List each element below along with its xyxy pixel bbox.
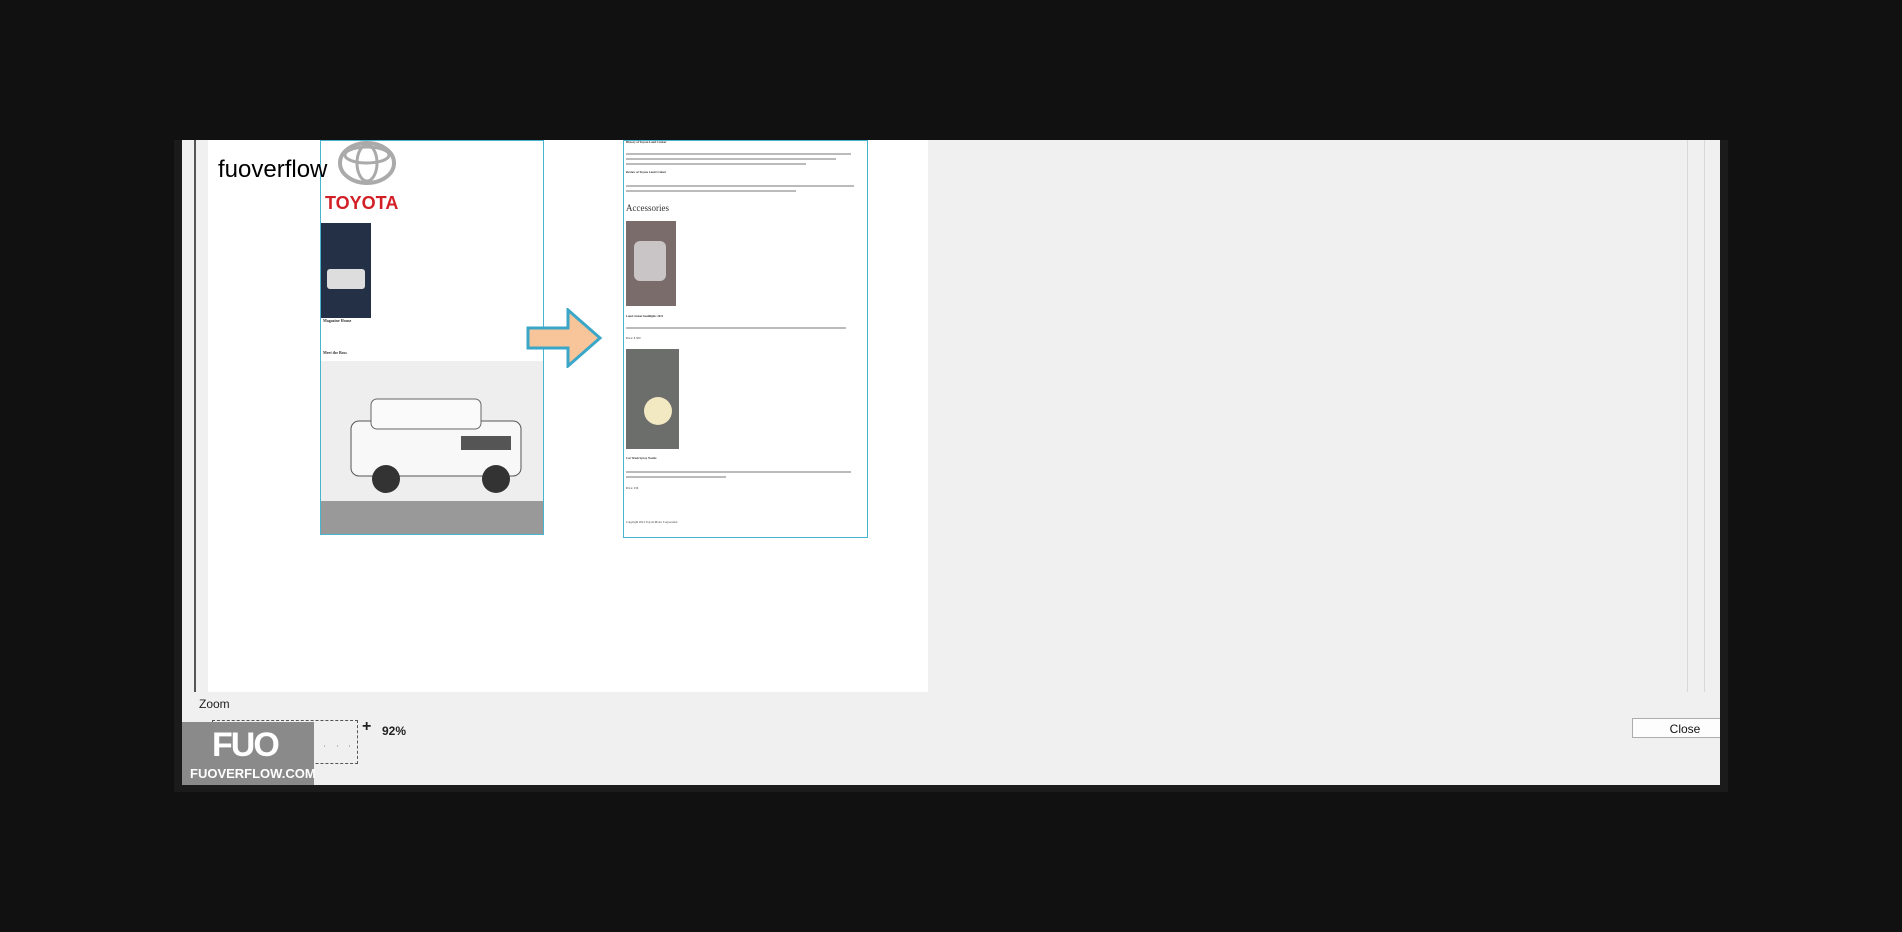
article-item-headlights: Land cruiser headlights 2021 bbox=[626, 314, 664, 318]
left-page-thumbnail: TOYOTA Magazine House Meet the Boss bbox=[320, 140, 544, 535]
article-accessories-heading: Accessories bbox=[626, 203, 669, 213]
arrow-right-icon bbox=[526, 308, 603, 368]
toyota-brand-text: TOYOTA bbox=[325, 193, 399, 213]
zoom-in-button[interactable]: + bbox=[362, 718, 371, 736]
fuoverflow-logo: FUO FUOVERFLOW.COM bbox=[182, 722, 316, 785]
print-preview-dialog: TOYOTA Magazine House Meet the Boss Hist… bbox=[182, 140, 1720, 785]
preview-area[interactable]: TOYOTA Magazine House Meet the Boss Hist… bbox=[182, 140, 1720, 692]
watermark-text: fuoverflow bbox=[218, 156, 328, 183]
preview-page: TOYOTA Magazine House Meet the Boss Hist… bbox=[208, 140, 928, 692]
article-item-nozzle: Car Wash Spray Nozzle bbox=[626, 456, 657, 460]
zoom-value: 92% bbox=[382, 724, 407, 738]
preview-scrollbar-edge[interactable] bbox=[1704, 140, 1705, 692]
zoom-label: Zoom bbox=[199, 697, 230, 711]
right-page-thumbnail: History of Toyota Land Cruiser Review of… bbox=[623, 140, 868, 538]
preview-left-border bbox=[194, 140, 196, 692]
article-heading-review: Review of Toyota Land Cruiser bbox=[626, 170, 667, 174]
article-price-2: Price: 25$ bbox=[626, 486, 639, 490]
article-price-1: Price: $ 500 bbox=[626, 336, 641, 340]
close-button[interactable]: Close bbox=[1632, 718, 1720, 738]
logo-fuo-text: FUO bbox=[212, 726, 280, 764]
preview-right-border bbox=[1687, 140, 1688, 692]
article-page-graphic bbox=[626, 153, 854, 478]
magazine-subtitle: Meet the Boss bbox=[323, 350, 347, 355]
article-heading-history: History of Toyota Land Cruiser bbox=[626, 140, 667, 144]
magazine-title: Magazine House bbox=[323, 318, 352, 323]
article-footer: Copyright 2021 Toyota Motor Corporation bbox=[626, 520, 678, 524]
logo-site-text: FUOVERFLOW.COM bbox=[190, 766, 316, 781]
